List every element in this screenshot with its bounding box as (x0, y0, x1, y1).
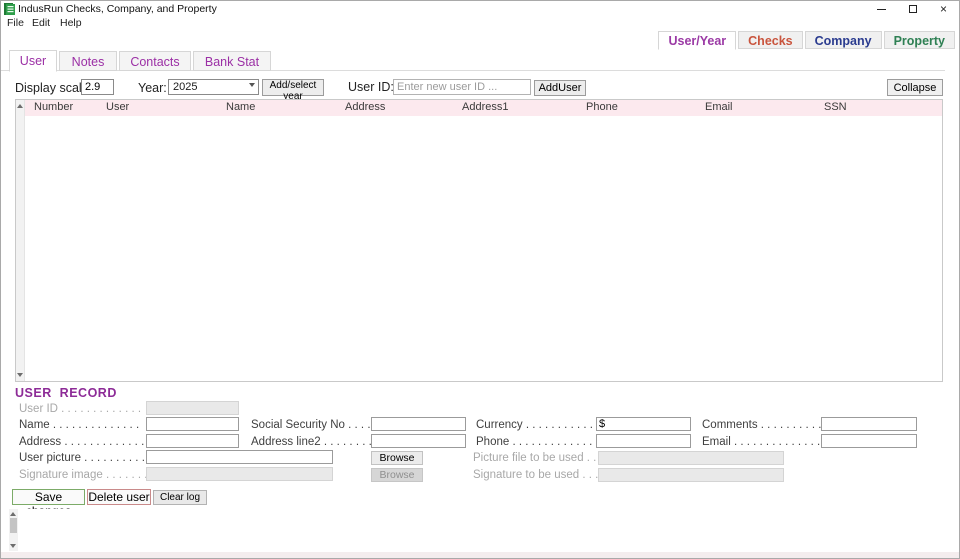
picture-file-field-label: Picture file to be used . . . (473, 452, 603, 464)
year-value: 2025 (173, 81, 198, 93)
address-field[interactable] (146, 434, 239, 448)
menu-edit[interactable]: Edit (32, 17, 50, 29)
comments-field-label: Comments . . . . . . . . . . (702, 419, 822, 431)
tab-user-year[interactable]: User/Year (658, 31, 737, 50)
maximize-icon (908, 5, 917, 13)
column-header-user[interactable]: User (106, 101, 129, 113)
signature-image-field (146, 467, 333, 481)
picture-file-field (598, 451, 784, 465)
app-icon (4, 3, 15, 15)
sub-tab-bar: User Notes Contacts Bank Stat (1, 49, 945, 72)
tab-company[interactable]: Company (804, 31, 882, 49)
menu-help[interactable]: Help (60, 17, 82, 29)
bottom-strip (1, 552, 959, 558)
add-user-button[interactable]: AddUser (534, 80, 586, 96)
save-changes-button[interactable]: Save changes (12, 489, 85, 518)
scroll-down-icon[interactable] (17, 373, 23, 377)
tab-property[interactable]: Property (883, 31, 955, 49)
clear-log-button[interactable]: Clear log (153, 490, 207, 505)
address-field-label: Address . . . . . . . . . . . . . (19, 436, 145, 448)
column-header-email[interactable]: Email (705, 101, 733, 113)
name-field-label: Name . . . . . . . . . . . . . . (19, 419, 140, 431)
collapse-button[interactable]: Collapse (887, 79, 943, 96)
user-picture-field-label: User picture . . . . . . . . . . (19, 452, 145, 464)
column-header-name[interactable]: Name (226, 101, 255, 113)
new-user-id-input[interactable] (393, 79, 531, 95)
user-record-title: USER RECORD (15, 386, 117, 400)
browse-picture-button[interactable]: Browse (371, 451, 423, 465)
log-scroll-down-icon[interactable] (10, 544, 16, 548)
tab-checks[interactable]: Checks (738, 31, 803, 49)
browse-signature-button: Browse (371, 468, 423, 482)
user-picture-field[interactable] (146, 450, 333, 464)
year-select[interactable]: 2025 (168, 79, 259, 95)
maximize-button[interactable] (897, 1, 928, 17)
app-window: IndusRun Checks, Company, and Property ×… (0, 0, 960, 559)
comments-field[interactable] (821, 417, 917, 431)
signature-image-field-label: Signature image . . . . . . . (19, 469, 148, 481)
name-field[interactable] (146, 417, 239, 431)
user-id-field-label: User ID . . . . . . . . . . . . . (19, 403, 142, 415)
signature-file-field (598, 468, 784, 482)
email-field[interactable] (821, 434, 917, 448)
log-scrollbar[interactable] (9, 509, 18, 551)
window-controls: × (866, 1, 959, 17)
column-header-ssn[interactable]: SSN (824, 101, 847, 113)
phone-field-label: Phone . . . . . . . . . . . . . . . (476, 436, 606, 448)
user-id-field (146, 401, 239, 415)
tab-notes[interactable]: Notes (59, 51, 117, 71)
minimize-icon (877, 8, 886, 10)
user-table: Number User Name Address Address1 Phone Email S… (15, 99, 943, 382)
log-panel: Display setup: Change the display scale … (9, 509, 953, 558)
user-id-label: User ID: (348, 80, 394, 94)
currency-field[interactable] (596, 417, 691, 431)
phone-field[interactable] (596, 434, 691, 448)
delete-user-button[interactable]: Delete user (87, 489, 151, 505)
tab-contacts[interactable]: Contacts (119, 51, 191, 71)
email-field-label: Email . . . . . . . . . . . . . . . (702, 436, 827, 448)
chevron-down-icon (249, 83, 255, 87)
table-scrollbar[interactable] (16, 100, 25, 381)
window-title: IndusRun Checks, Company, and Property (18, 3, 217, 15)
add-select-year-button[interactable]: Add/select year (262, 79, 324, 102)
year-label: Year: (138, 81, 167, 95)
table-header: Number User Name Address Address1 Phone Email S… (25, 100, 942, 116)
minimize-button[interactable] (866, 1, 897, 17)
currency-field-label: Currency . . . . . . . . . . . . . (476, 419, 606, 431)
menu-file[interactable]: File (7, 17, 24, 29)
address2-field-label: Address line2 . . . . . . . . . (251, 436, 379, 448)
close-icon: × (939, 2, 947, 16)
log-scroll-up-icon[interactable] (10, 512, 16, 516)
address2-field[interactable] (371, 434, 466, 448)
column-header-phone[interactable]: Phone (586, 101, 618, 113)
log-scroll-thumb[interactable] (10, 518, 17, 533)
ssn-field[interactable] (371, 417, 466, 431)
column-header-address[interactable]: Address (345, 101, 385, 113)
signature-file-field-label: Signature to be used . . . . (473, 469, 605, 481)
tab-user[interactable]: User (9, 50, 57, 72)
close-button[interactable]: × (928, 1, 959, 17)
menu-bar: File Edit Help (1, 17, 959, 30)
title-bar: IndusRun Checks, Company, and Property × (1, 1, 959, 17)
main-tab-bar: User/Year Checks Company Property (656, 31, 955, 50)
column-header-number[interactable]: Number (34, 101, 73, 113)
ssn-field-label: Social Security No . . . . . (251, 419, 377, 431)
display-scale-input[interactable] (81, 79, 114, 95)
column-header-address1[interactable]: Address1 (462, 101, 508, 113)
scroll-up-icon[interactable] (17, 104, 23, 108)
tab-bank-stat[interactable]: Bank Stat (193, 51, 271, 71)
